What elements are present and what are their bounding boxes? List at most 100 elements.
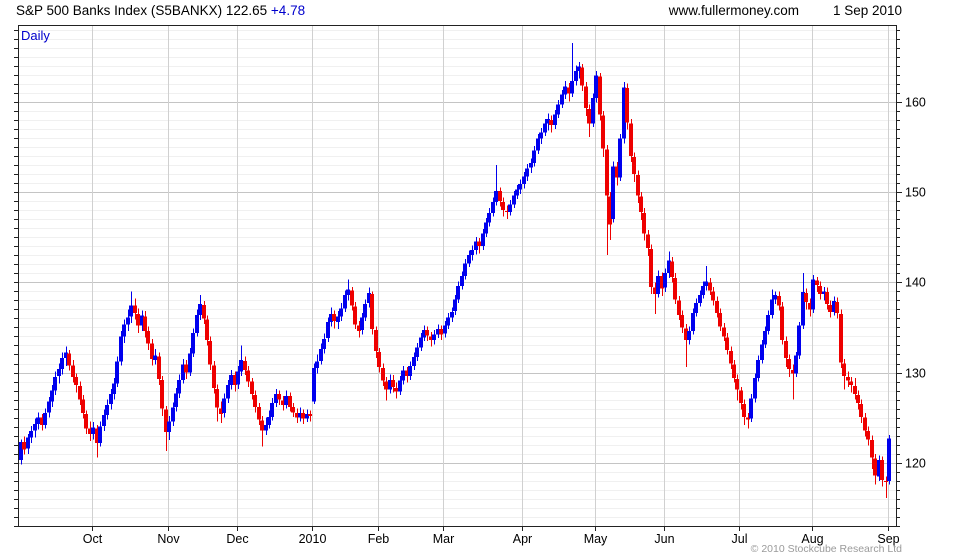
candle-up <box>701 285 705 295</box>
candle-down <box>374 330 378 351</box>
candle-up <box>264 424 268 431</box>
candle-down <box>208 340 212 365</box>
candle-down <box>184 364 188 373</box>
candle-up <box>687 331 691 341</box>
candle-down <box>605 149 609 196</box>
candle-up <box>794 355 798 374</box>
candle-up <box>539 132 543 139</box>
website-link[interactable]: www.fullermoney.com <box>669 3 799 18</box>
candle-up <box>91 427 95 434</box>
candle-up <box>453 299 457 312</box>
candle-up <box>312 368 316 402</box>
candle-up <box>57 368 61 377</box>
y-axis-label: 150 <box>905 186 926 200</box>
candle-down <box>370 294 374 330</box>
title-text: S&P 500 Banks Index (S5BANKX) 122.65 <box>16 3 268 18</box>
candle-up <box>102 414 106 426</box>
candle-up <box>270 403 274 417</box>
candle-down <box>22 442 26 450</box>
candle-up <box>109 394 113 405</box>
copyright-text: © 2010 Stockcube Research Ltd <box>750 543 902 555</box>
timeframe-label: Daily <box>21 28 50 43</box>
candle-up <box>47 401 51 413</box>
candle-down <box>215 388 219 408</box>
candle-down <box>250 381 254 395</box>
candle-down <box>587 108 591 124</box>
candle-down <box>846 377 850 381</box>
candle-up <box>360 317 364 331</box>
month-label: May <box>584 532 608 546</box>
candle-down <box>601 115 605 149</box>
candle-down <box>212 365 216 388</box>
candle-up <box>570 80 574 94</box>
candle-down <box>870 440 874 458</box>
candle-down <box>639 196 643 212</box>
candle-down <box>301 413 305 419</box>
candle-up <box>419 337 423 348</box>
month-label: Jun <box>654 532 674 546</box>
candle-up <box>432 334 436 341</box>
candle-up <box>363 303 367 318</box>
candle-down <box>673 277 677 300</box>
candle-down <box>477 241 481 247</box>
chart-date: 1 Sep 2010 <box>832 3 902 18</box>
candle-up <box>53 377 57 391</box>
candle-up <box>487 212 491 223</box>
candle-down <box>725 337 729 350</box>
candle-up <box>315 361 319 369</box>
candle-down <box>677 300 681 315</box>
candle-down <box>425 330 429 336</box>
candle-down <box>384 381 388 390</box>
candle-down <box>742 404 746 417</box>
y-axis-label: 130 <box>905 367 926 381</box>
candle-down <box>291 406 295 413</box>
candle-down <box>133 305 137 313</box>
y-axis-label: 140 <box>905 276 926 290</box>
candle-up <box>663 273 667 288</box>
candle-down <box>353 306 357 325</box>
candle-up <box>174 393 178 407</box>
candle-down <box>71 365 75 378</box>
candle-up <box>508 204 512 212</box>
month-label: Mar <box>433 532 455 546</box>
change-value: +4.78 <box>270 3 306 18</box>
candle-up <box>129 305 133 317</box>
candle-up <box>171 407 175 422</box>
candle-down <box>815 280 819 285</box>
candle-down <box>670 261 674 277</box>
candle-down <box>646 234 650 248</box>
candle-down <box>711 291 715 301</box>
candle-up <box>226 385 230 399</box>
candle-up <box>536 138 540 151</box>
candle-up <box>153 355 157 360</box>
candle-down <box>708 282 712 291</box>
candle-up <box>887 438 891 481</box>
candle-down <box>253 395 257 407</box>
candle-down <box>780 306 784 341</box>
candle-up <box>467 255 471 264</box>
candle-down <box>859 404 863 417</box>
candle-up <box>770 299 774 315</box>
y-axis-label: 160 <box>905 96 926 110</box>
candle-up <box>336 316 340 322</box>
candle-down <box>866 431 870 440</box>
candle-up <box>463 263 467 276</box>
candle-down <box>777 295 781 306</box>
candle-up <box>763 331 767 345</box>
candle-up <box>704 281 708 286</box>
candle-down <box>863 417 867 431</box>
price-chart-svg: Oct Nov Dec 2010 Feb Mar Apr May Jun Jul Aug Sep120… <box>14 25 926 546</box>
candle-up <box>443 325 447 334</box>
candle-up <box>556 104 560 115</box>
candle-up <box>326 321 330 339</box>
candle-down <box>729 350 733 364</box>
candle-up <box>198 303 202 315</box>
month-label: Jul <box>732 532 748 546</box>
candle-up <box>470 249 474 256</box>
candle-up <box>267 416 271 425</box>
candle-down <box>350 290 354 306</box>
candle-down <box>680 314 684 328</box>
candle-down <box>501 201 505 211</box>
candle-up <box>236 371 240 385</box>
candle-down <box>498 191 502 202</box>
